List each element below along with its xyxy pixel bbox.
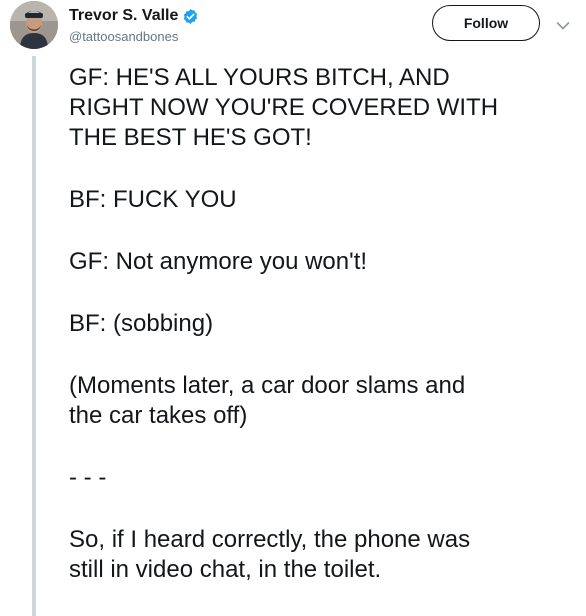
follow-button[interactable]: Follow bbox=[432, 5, 540, 41]
tweet-paragraph: GF: HE'S ALL YOURS BITCH, AND RIGHT NOW … bbox=[69, 64, 499, 151]
name-row: Trevor S. Valle bbox=[69, 6, 199, 26]
thread-connector-line bbox=[32, 56, 36, 616]
user-handle[interactable]: @tattoosandbones bbox=[69, 29, 199, 44]
tweet-paragraph: GF: Not anymore you won't! bbox=[69, 248, 368, 275]
verified-badge-icon bbox=[182, 8, 199, 25]
chevron-down-icon[interactable] bbox=[556, 18, 570, 30]
tweet-paragraph: BF: (sobbing) bbox=[69, 310, 214, 337]
tweet-paragraph: BF: FUCK YOU bbox=[69, 186, 237, 213]
tweet-paragraph: (Moments later, a car door slams and the… bbox=[69, 372, 466, 429]
tweet-paragraph: - - - bbox=[69, 464, 107, 491]
user-info: Trevor S. Valle @tattoosandbones bbox=[69, 6, 199, 44]
user-avatar[interactable] bbox=[10, 1, 58, 49]
tweet-page: Trevor S. Valle @tattoosandbones Follow … bbox=[0, 0, 586, 616]
avatar-photo-icon bbox=[10, 1, 58, 49]
tweet-header: Trevor S. Valle @tattoosandbones Follow bbox=[0, 0, 586, 60]
tweet-paragraph: So, if I heard correctly, the phone was … bbox=[69, 526, 471, 583]
tweet-text: GF: HE'S ALL YOURS BITCH, AND RIGHT NOW … bbox=[69, 63, 574, 616]
display-name[interactable]: Trevor S. Valle bbox=[69, 7, 178, 25]
